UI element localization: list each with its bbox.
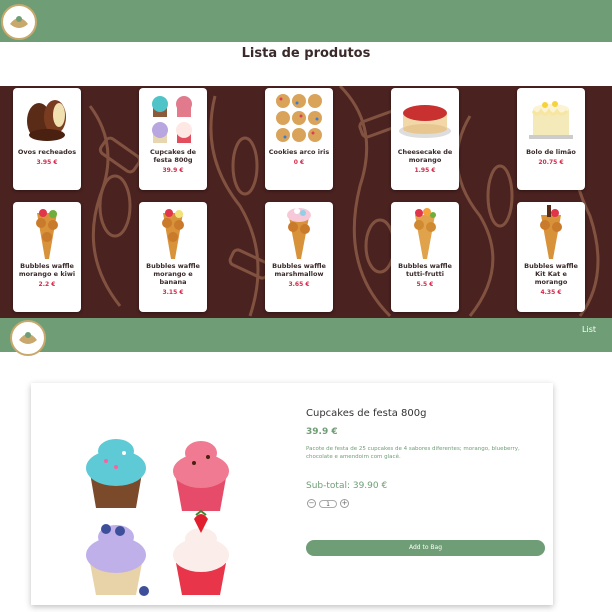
product-card[interactable]: Bubbles waffle tutti-frutti 5.5 € <box>391 202 459 312</box>
cheesecake-icon <box>391 88 459 148</box>
product-grid: Ovos recheados 3.95 € Cupcakes de festa … <box>0 86 612 318</box>
waffle-icon <box>391 202 459 262</box>
product-name: Bubbles waffle morango e banana <box>146 262 200 286</box>
chocolate-eggs-icon <box>13 88 81 148</box>
product-name: Cheesecake de morango <box>397 148 453 164</box>
nav-bar <box>0 318 612 352</box>
product-detail-card: Cupcakes de festa 800g 39.9 € Pacote de … <box>31 383 553 605</box>
product-name: Bubbles waffle morango e kiwi <box>18 262 76 278</box>
product-name: Ovos recheados <box>17 148 77 156</box>
waffle-icon <box>517 202 585 262</box>
product-price: 5.5 € <box>416 281 434 288</box>
decrease-quantity-button[interactable]: − <box>307 499 316 508</box>
product-name: Cookies arco iris <box>268 148 330 156</box>
product-description: Pacote de festa de 25 cupcakes de 4 sabo… <box>306 446 520 460</box>
product-name: Cupcakes de festa 800g <box>149 148 197 164</box>
product-price: 3.95 € <box>36 159 58 166</box>
product-price: 2.2 € <box>38 281 56 288</box>
product-name: Bubbles waffle marshmallow <box>272 262 326 278</box>
waffle-icon <box>139 202 207 262</box>
product-price: 3.65 € <box>288 281 310 288</box>
quantity-input[interactable]: 1 <box>319 499 337 508</box>
cupcakes-icon <box>139 88 207 148</box>
waffle-icon <box>13 202 81 262</box>
product-card[interactable]: Bolo de limão 20.75 € <box>517 88 585 190</box>
bakery-logo-icon[interactable] <box>1 4 37 40</box>
cupcake-strawberry <box>173 509 229 595</box>
bakery-logo-icon[interactable] <box>10 320 46 356</box>
product-card[interactable]: Bubbles waffle morango e banana 3.15 € <box>139 202 207 312</box>
product-name: Bolo de limão <box>526 148 576 156</box>
product-card[interactable]: Bubbles waffle marshmallow 3.65 € <box>265 202 333 312</box>
product-card[interactable]: Bubbles waffle Kit Kat e morango 4.35 € <box>517 202 585 312</box>
lemon-cake-icon <box>517 88 585 148</box>
product-price: 39.9 € <box>162 167 184 174</box>
product-card[interactable]: Cupcakes de festa 800g 39.9 € <box>139 88 207 190</box>
cookies-icon <box>265 88 333 148</box>
cupcakes-image <box>76 423 246 598</box>
product-price: 3.15 € <box>162 289 184 296</box>
waffle-icon <box>265 202 333 262</box>
cupcake-purple <box>86 524 149 596</box>
product-card[interactable]: Cheesecake de morango 1.95 € <box>391 88 459 190</box>
product-price: 0 € <box>293 159 305 166</box>
product-price: 1.95 € <box>414 167 436 174</box>
cupcake-pink <box>173 441 229 511</box>
cupcake-blue <box>86 439 146 508</box>
add-to-bag-button[interactable]: Add to Bag <box>306 540 545 556</box>
quantity-stepper: − 1 + <box>307 499 349 508</box>
product-card[interactable]: Ovos recheados 3.95 € <box>13 88 81 190</box>
product-price: 20.75 € <box>538 159 564 166</box>
page-title: Lista de produtos <box>241 46 371 61</box>
top-header-bar <box>0 0 612 42</box>
subtotal: Sub-total: 39.90 € <box>306 481 388 491</box>
product-price: 39.9 € <box>306 427 338 437</box>
increase-quantity-button[interactable]: + <box>340 499 349 508</box>
product-price: 4.35 € <box>540 289 562 296</box>
product-card[interactable]: Bubbles waffle morango e kiwi 2.2 € <box>13 202 81 312</box>
nav-list-link[interactable]: List <box>582 325 596 334</box>
product-card[interactable]: Cookies arco iris 0 € <box>265 88 333 190</box>
product-name: Bubbles waffle Kit Kat e morango <box>524 262 578 286</box>
product-name: Bubbles waffle tutti-frutti <box>398 262 452 278</box>
product-title: Cupcakes de festa 800g <box>306 408 427 419</box>
